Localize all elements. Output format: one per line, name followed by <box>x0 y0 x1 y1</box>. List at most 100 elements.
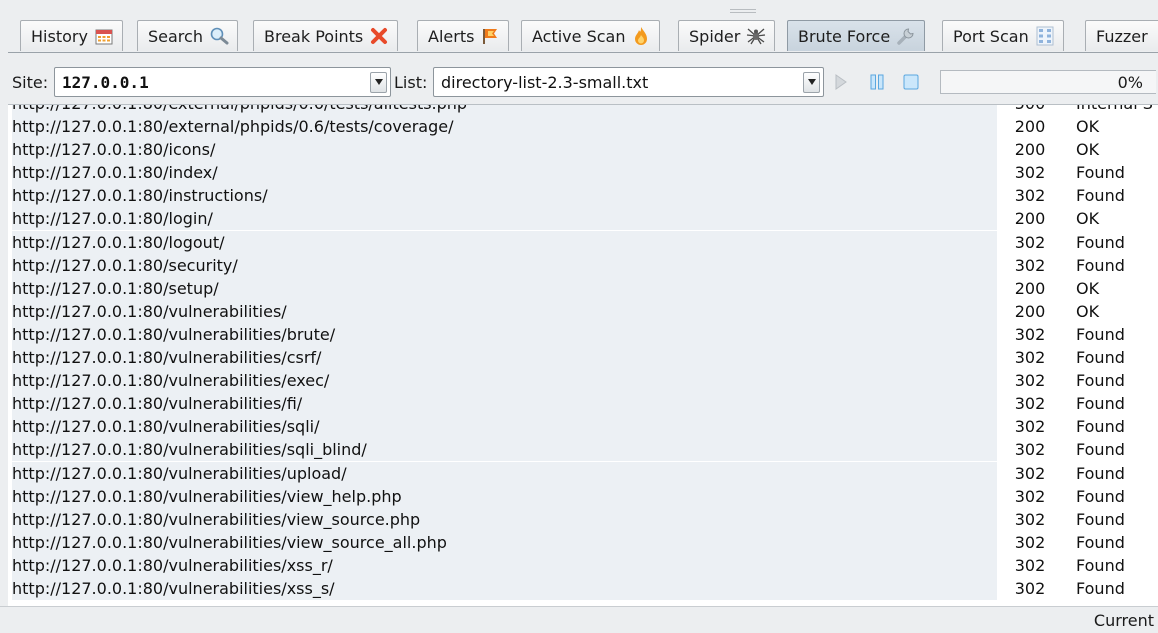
result-status-reason: Found <box>1076 163 1125 183</box>
tab-strip-divider <box>8 52 1158 53</box>
result-status-reason: Found <box>1076 394 1125 414</box>
table-row[interactable]: http://127.0.0.1:80/vulnerabilities/brut… <box>8 322 1158 346</box>
table-row[interactable]: http://127.0.0.1:80/vulnerabilities/csrf… <box>8 346 1158 370</box>
port-grid-icon <box>1035 26 1055 46</box>
play-icon[interactable] <box>832 73 850 91</box>
result-url: http://127.0.0.1:80/login/ <box>12 207 997 231</box>
table-row[interactable]: http://127.0.0.1:80/security/302 Found <box>8 253 1158 277</box>
scan-progress-bar: 0% <box>940 70 1156 94</box>
result-status-code: 302 <box>998 392 1062 416</box>
result-status-code: 200 <box>998 138 1062 162</box>
wordlist-select[interactable]: directory-list-2.3-small.txt <box>433 67 824 97</box>
result-status-code: 302 <box>998 184 1062 208</box>
result-status-reason: Found <box>1076 324 1125 344</box>
table-row[interactable]: http://127.0.0.1:80/vulnerabilities/exec… <box>8 369 1158 393</box>
tab-strip: History Search Break Points Alerts Activ… <box>20 18 1158 55</box>
table-row[interactable]: http://127.0.0.1:80/instructions/302 Foun… <box>8 184 1158 208</box>
table-row[interactable]: http://127.0.0.1:80/vulnerabilities/view… <box>8 484 1158 508</box>
chevron-down-icon[interactable] <box>370 71 387 93</box>
result-status-code: 302 <box>998 507 1062 531</box>
red-x-icon <box>369 26 389 46</box>
tab-fuzzer[interactable]: Fuzzer <box>1085 20 1158 51</box>
result-url: http://127.0.0.1:80/external/phpids/0.6/… <box>12 105 997 115</box>
result-status-reason: Found <box>1076 186 1125 206</box>
tab-spider-label: Spider <box>689 26 741 46</box>
result-status-code: 302 <box>998 161 1062 185</box>
table-row[interactable]: http://127.0.0.1:80/external/phpids/0.6/… <box>8 115 1158 139</box>
result-status-code: 302 <box>998 576 1062 600</box>
tab-history[interactable]: History <box>20 20 123 51</box>
results-table[interactable]: http://127.0.0.1:80/external/phpids/0.6/… <box>8 104 1158 607</box>
table-row[interactable]: http://127.0.0.1:80/vulnerabilities/xss_… <box>8 576 1158 600</box>
tab-break-points[interactable]: Break Points <box>253 20 399 51</box>
flag-icon <box>480 26 500 46</box>
table-row[interactable]: http://127.0.0.1:80/vulnerabilities/sqli… <box>8 438 1158 462</box>
result-status-code: 200 <box>998 276 1062 300</box>
table-row[interactable]: http://127.0.0.1:80/icons/200 OK <box>8 138 1158 162</box>
flame-icon <box>631 26 651 46</box>
table-row[interactable]: http://127.0.0.1:80/index/302 Found <box>8 161 1158 185</box>
result-status-reason: Found <box>1076 417 1125 437</box>
pause-icon[interactable] <box>868 73 886 91</box>
status-bar: Current <box>0 606 1158 633</box>
tab-fuzzer-label: Fuzzer <box>1096 26 1148 46</box>
table-row[interactable]: http://127.0.0.1:80/vulnerabilities/uplo… <box>8 461 1158 485</box>
tab-active-scan-label: Active Scan <box>532 26 626 46</box>
result-url: http://127.0.0.1:80/vulnerabilities/sqli… <box>12 438 997 462</box>
tab-active-scan[interactable]: Active Scan <box>521 20 661 51</box>
tab-port-scan[interactable]: Port Scan <box>942 20 1064 51</box>
result-url: http://127.0.0.1:80/vulnerabilities/xss_… <box>12 576 997 600</box>
tab-search[interactable]: Search <box>137 20 238 51</box>
results-rows: http://127.0.0.1:80/external/phpids/0.6/… <box>8 105 1158 600</box>
result-status-code: 302 <box>998 230 1062 254</box>
result-status-reason: Found <box>1076 532 1125 552</box>
result-status-code: 302 <box>998 461 1062 485</box>
table-row[interactable]: http://127.0.0.1:80/vulnerabilities/view… <box>8 530 1158 554</box>
table-row[interactable]: http://127.0.0.1:80/vulnerabilities/sqli… <box>8 415 1158 439</box>
site-select[interactable]: 127.0.0.1 <box>54 67 391 97</box>
tab-alerts[interactable]: Alerts <box>417 20 510 51</box>
chevron-down-icon[interactable] <box>803 71 820 93</box>
table-row[interactable]: http://127.0.0.1:80/vulnerabilities/fi/3… <box>8 392 1158 416</box>
result-url: http://127.0.0.1:80/external/phpids/0.6/… <box>12 115 997 139</box>
result-status-code: 200 <box>998 299 1062 323</box>
result-url: http://127.0.0.1:80/security/ <box>12 253 997 277</box>
result-status-reason: Found <box>1076 255 1125 275</box>
stop-icon[interactable] <box>902 73 920 91</box>
result-status-reason: Found <box>1076 463 1125 483</box>
result-status-code: 302 <box>998 438 1062 462</box>
table-row[interactable]: http://127.0.0.1:80/logout/302 Found <box>8 230 1158 254</box>
panel-drag-handle[interactable] <box>730 9 756 13</box>
magnifier-icon <box>209 26 229 46</box>
result-url: http://127.0.0.1:80/vulnerabilities/csrf… <box>12 346 997 370</box>
result-url: http://127.0.0.1:80/setup/ <box>12 276 997 300</box>
result-status-reason: Found <box>1076 440 1125 460</box>
result-status-reason: Found <box>1076 555 1125 575</box>
table-row[interactable]: http://127.0.0.1:80/external/phpids/0.6/… <box>8 105 1158 115</box>
result-url: http://127.0.0.1:80/vulnerabilities/uplo… <box>12 461 997 485</box>
status-current-label: Current <box>1093 611 1154 630</box>
result-url: http://127.0.0.1:80/logout/ <box>12 230 997 254</box>
table-row[interactable]: http://127.0.0.1:80/vulnerabilities/200 O… <box>8 299 1158 323</box>
brute-force-toolbar: Site: 127.0.0.1 List: directory-list-2.3… <box>0 62 1158 102</box>
result-status-code: 302 <box>998 530 1062 554</box>
table-row[interactable]: http://127.0.0.1:80/setup/200 OK <box>8 276 1158 300</box>
tab-spider[interactable]: Spider <box>678 20 776 51</box>
result-status-reason: Found <box>1076 578 1125 598</box>
result-url: http://127.0.0.1:80/vulnerabilities/ <box>12 299 997 323</box>
result-status-code: 500 <box>998 105 1062 115</box>
table-row[interactable]: http://127.0.0.1:80/login/200 OK <box>8 207 1158 231</box>
result-url: http://127.0.0.1:80/vulnerabilities/exec… <box>12 369 997 393</box>
zap-window: History Search Break Points Alerts Activ… <box>0 0 1158 633</box>
tab-port-scan-label: Port Scan <box>953 26 1029 46</box>
list-label: List: <box>394 73 428 92</box>
result-status-reason: Found <box>1076 348 1125 368</box>
tab-brute-force[interactable]: Brute Force <box>787 20 926 51</box>
result-status-reason: OK <box>1076 301 1100 321</box>
table-row[interactable]: http://127.0.0.1:80/vulnerabilities/xss_… <box>8 553 1158 577</box>
scan-progress-text: 0% <box>1117 73 1143 92</box>
wordlist-select-value: directory-list-2.3-small.txt <box>441 72 649 92</box>
wrench-icon <box>896 26 916 46</box>
table-row[interactable]: http://127.0.0.1:80/vulnerabilities/view… <box>8 507 1158 531</box>
result-status-reason: OK <box>1076 278 1100 298</box>
